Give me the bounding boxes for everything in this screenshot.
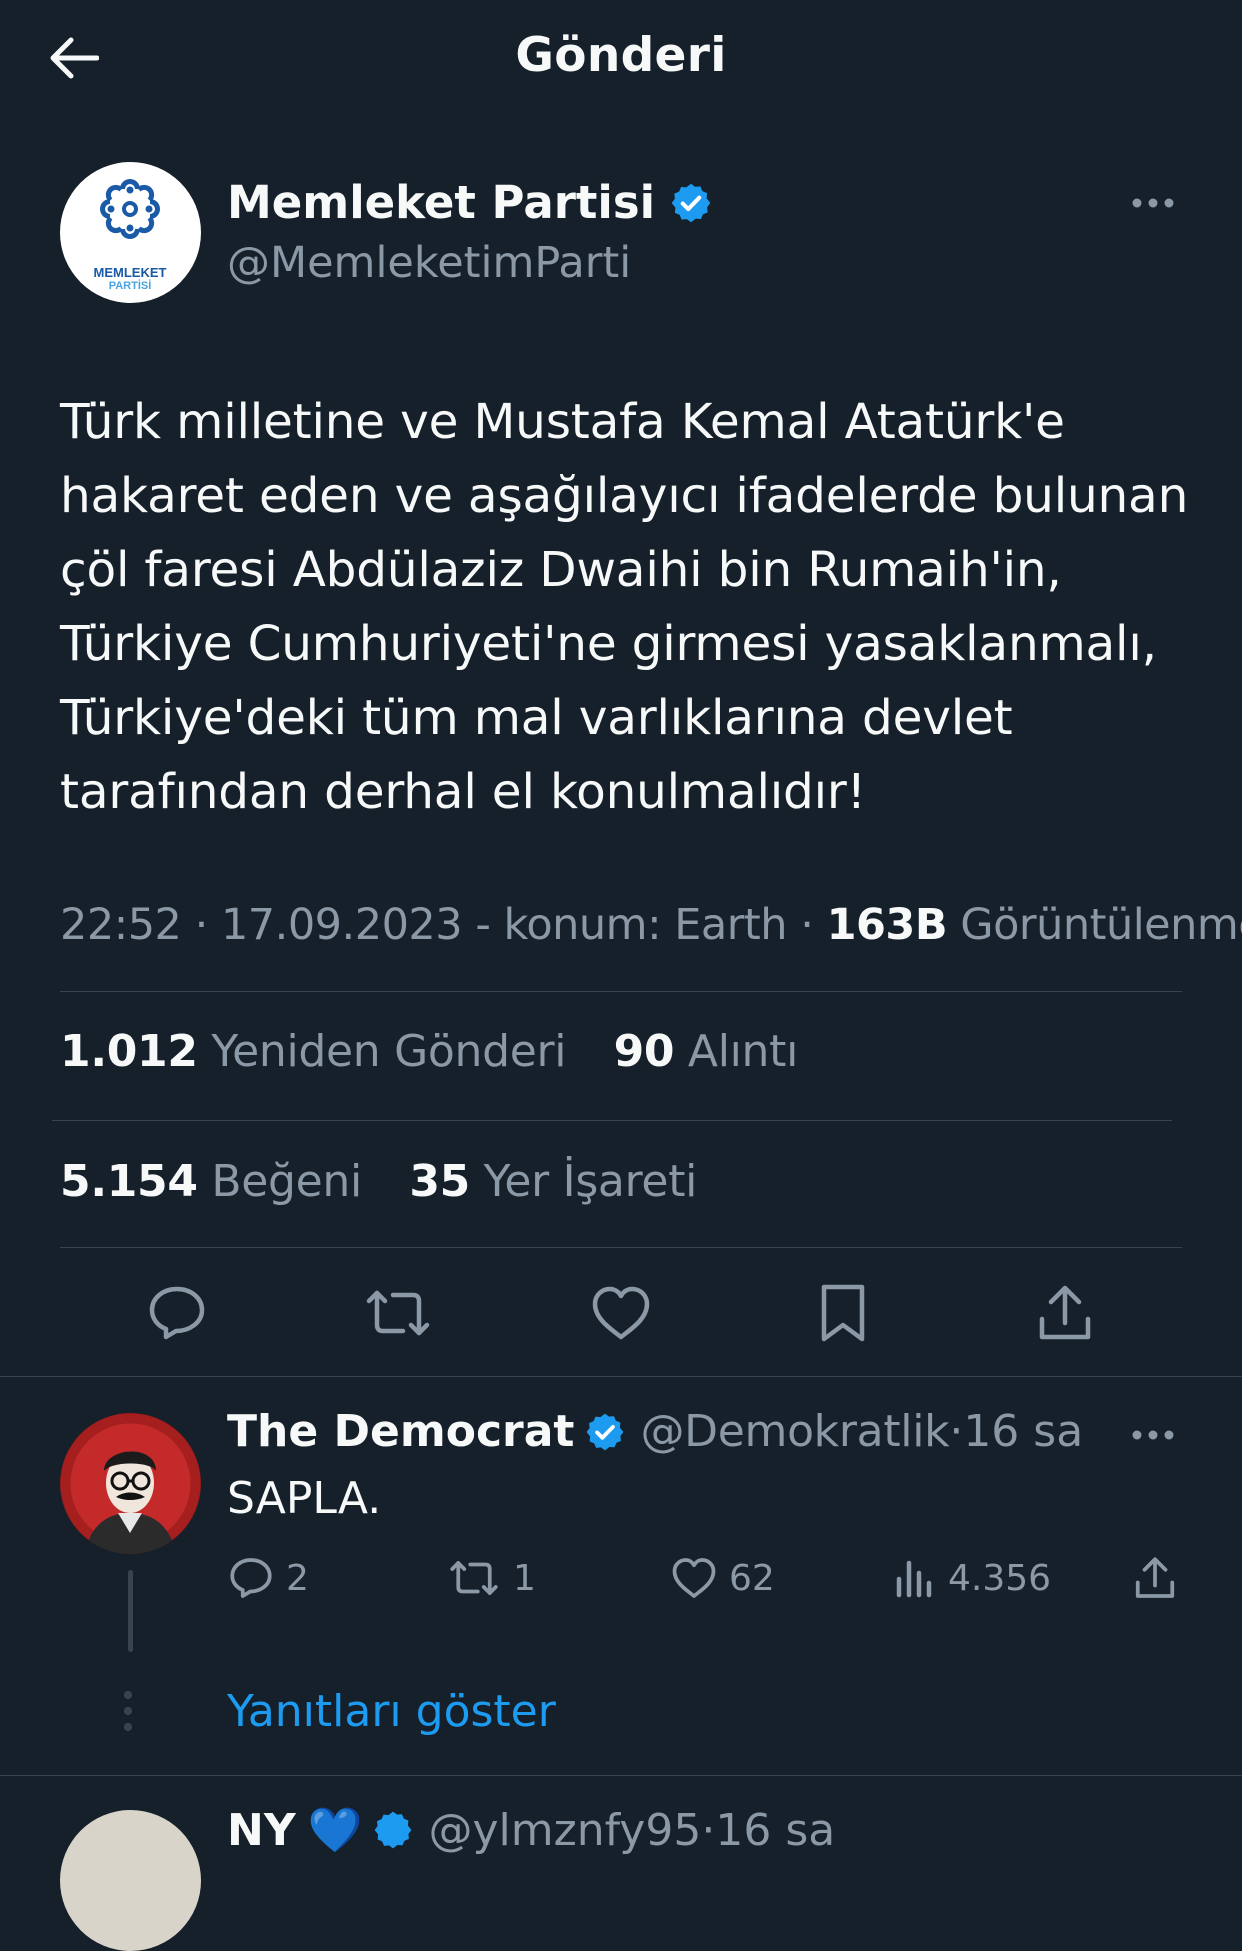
avatar-logo-text-1: MEMLEKET bbox=[94, 265, 167, 280]
verified-badge-icon bbox=[587, 1413, 624, 1450]
reply-avatar-illustration bbox=[60, 1413, 201, 1554]
bookmarks-count: 35 bbox=[409, 1156, 470, 1207]
tweet-meta: 22:52 · 17.09.2023 - konum: Earth · 163B… bbox=[60, 900, 1242, 950]
views-label[interactable]: Görüntülenme bbox=[960, 900, 1242, 950]
more-horizontal-icon bbox=[1132, 1430, 1174, 1440]
meta-dash: - bbox=[475, 900, 504, 950]
divider bbox=[60, 991, 1182, 992]
reply-icon bbox=[230, 1558, 272, 1598]
reply-share-button[interactable] bbox=[1134, 1555, 1176, 1601]
views-count[interactable]: 163B bbox=[827, 900, 948, 950]
reply-likes-count: 62 bbox=[729, 1557, 775, 1599]
next-author-handle[interactable]: @ylmznfy95 bbox=[428, 1805, 701, 1856]
tweet-date[interactable]: 17.09.2023 bbox=[221, 900, 463, 950]
bookmark-icon bbox=[821, 1284, 865, 1342]
divider bbox=[52, 1120, 1172, 1121]
share-icon bbox=[1135, 1557, 1175, 1598]
reposts-label: Yeniden Gönderi bbox=[211, 1026, 567, 1077]
reply-replies-count: 2 bbox=[286, 1557, 309, 1599]
reply-icon bbox=[149, 1286, 205, 1340]
quotes-label: Alıntı bbox=[687, 1026, 799, 1077]
reply-likes-metric[interactable]: 62 bbox=[671, 1557, 775, 1599]
like-button[interactable] bbox=[581, 1273, 661, 1353]
reply-time[interactable]: 16 sa bbox=[963, 1406, 1083, 1457]
reply-header: The Democrat @Demokratlik · 16 sa bbox=[227, 1406, 1083, 1457]
reply-button[interactable] bbox=[137, 1273, 217, 1353]
reply-replies-metric[interactable]: 2 bbox=[228, 1557, 309, 1599]
reposts-quotes-stats: 1.012 Yeniden Gönderi 90 Alıntı bbox=[60, 1026, 798, 1077]
tweet-location: konum: Earth bbox=[503, 900, 788, 950]
tweet-text: Türk milletine ve Mustafa Kemal Atatürk'… bbox=[60, 394, 1189, 820]
verified-badge-icon bbox=[375, 1811, 412, 1849]
heart-icon bbox=[592, 1286, 650, 1340]
heart-icon bbox=[672, 1558, 716, 1598]
reposts-stat[interactable]: 1.012 Yeniden Gönderi bbox=[60, 1026, 566, 1077]
divider bbox=[0, 1775, 1242, 1776]
author-name-text: Memleket Partisi bbox=[227, 176, 656, 229]
reply-views-count: 4.356 bbox=[948, 1557, 1052, 1599]
author-handle[interactable]: @MemleketimParti bbox=[227, 238, 631, 288]
repost-icon bbox=[366, 1290, 430, 1336]
likes-count: 5.154 bbox=[60, 1156, 198, 1207]
reply-views-metric[interactable]: 4.356 bbox=[894, 1557, 1051, 1599]
meta-separator-2: · bbox=[800, 900, 827, 950]
reply-author-handle[interactable]: @Demokratlik bbox=[640, 1406, 949, 1457]
reply-separator: · bbox=[949, 1406, 964, 1457]
author-name[interactable]: Memleket Partisi bbox=[227, 176, 713, 229]
divider bbox=[0, 1376, 1242, 1377]
next-tweet-header: NY 💙 @ylmznfy95 · 16 sa bbox=[227, 1804, 835, 1857]
next-author-name[interactable]: NY bbox=[227, 1805, 296, 1856]
next-avatar[interactable] bbox=[60, 1810, 201, 1951]
reply-more-options-button[interactable] bbox=[1128, 1420, 1178, 1450]
share-button[interactable] bbox=[1025, 1273, 1105, 1353]
reply-reposts-metric[interactable]: 1 bbox=[447, 1557, 536, 1599]
divider bbox=[60, 1247, 1182, 1248]
quotes-stat[interactable]: 90 Alıntı bbox=[613, 1026, 799, 1077]
next-separator: · bbox=[701, 1804, 716, 1856]
likes-bookmarks-stats: 5.154 Beğeni 35 Yer İşareti bbox=[60, 1156, 697, 1207]
verified-badge-icon bbox=[671, 183, 711, 222]
quotes-count: 90 bbox=[613, 1026, 675, 1077]
next-time[interactable]: 16 sa bbox=[715, 1805, 835, 1856]
avatar-logo-text-2: PARTİSİ bbox=[109, 279, 152, 292]
thread-dots bbox=[124, 1691, 132, 1731]
page-title: Gönderi bbox=[515, 28, 727, 83]
next-author-emoji: 💙 bbox=[307, 1805, 363, 1856]
bookmark-button[interactable] bbox=[803, 1273, 883, 1353]
more-horizontal-icon bbox=[1132, 198, 1174, 208]
avatar[interactable]: MEMLEKET PARTİSİ bbox=[60, 162, 201, 303]
bookmarks-label: Yer İşareti bbox=[483, 1156, 698, 1207]
reply-author-name[interactable]: The Democrat bbox=[227, 1406, 574, 1457]
likes-stat[interactable]: 5.154 Beğeni bbox=[60, 1156, 362, 1207]
meta-separator: · bbox=[194, 900, 221, 950]
reply-text: SAPLA. bbox=[227, 1473, 382, 1524]
reply-avatar[interactable] bbox=[60, 1413, 201, 1554]
thread-line bbox=[128, 1570, 133, 1652]
bookmarks-stat[interactable]: 35 Yer İşareti bbox=[409, 1156, 697, 1207]
reply-reposts-count: 1 bbox=[513, 1557, 536, 1599]
share-icon bbox=[1039, 1285, 1091, 1340]
show-replies-link[interactable]: Yanıtları göster bbox=[227, 1686, 556, 1737]
repost-button[interactable] bbox=[358, 1273, 438, 1353]
more-options-button[interactable] bbox=[1128, 188, 1178, 218]
repost-icon bbox=[450, 1561, 498, 1595]
memleket-logo: MEMLEKET PARTİSİ bbox=[94, 179, 167, 292]
views-chart-icon bbox=[896, 1560, 932, 1598]
tweet-time[interactable]: 22:52 bbox=[60, 900, 182, 950]
likes-label: Beğeni bbox=[211, 1156, 362, 1207]
reposts-count: 1.012 bbox=[60, 1026, 198, 1077]
